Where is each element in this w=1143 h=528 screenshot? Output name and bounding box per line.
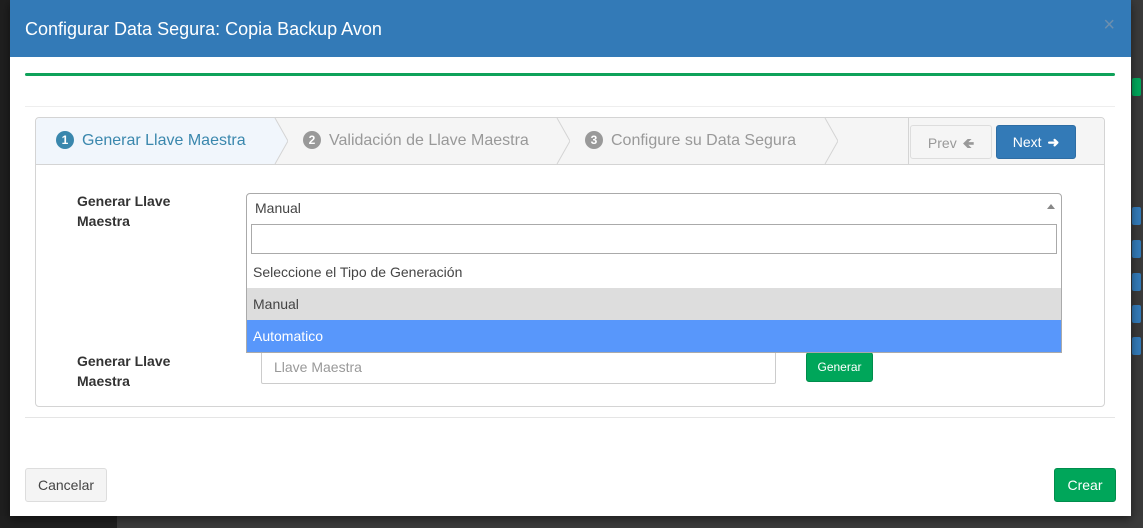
divider [908, 118, 909, 164]
step-number-badge: 2 [303, 131, 321, 149]
modal-title: Configurar Data Segura: Copia Backup Avo… [25, 19, 382, 39]
background-page-bottom [0, 516, 1143, 528]
background-page-bottom-left [0, 516, 117, 528]
step-chevron [824, 118, 838, 164]
master-key-label: Generar Llave Maestra [77, 353, 171, 389]
step-label: Configure su Data Segura [611, 132, 796, 149]
cancel-button[interactable]: Cancelar [25, 468, 107, 502]
arrow-right-icon: ➜ [1047, 134, 1060, 150]
background-page-right [1131, 0, 1143, 528]
background-chip [1132, 207, 1141, 225]
wizard-step-2[interactable]: 2 Validación de Llave Maestra [274, 118, 556, 164]
arrow-left-icon: 🡸 [962, 135, 975, 151]
generation-type-label: Generar Llave Maestra [77, 193, 171, 229]
create-button[interactable]: Crear [1054, 468, 1116, 502]
divider [25, 417, 1115, 418]
background-chip [1132, 273, 1141, 291]
step-label: Validación de Llave Maestra [329, 132, 529, 149]
configure-modal: Configurar Data Segura: Copia Backup Avo… [10, 0, 1131, 516]
wizard-step-1[interactable]: 1 Generar Llave Maestra [36, 118, 274, 164]
generate-button[interactable]: Generar [806, 352, 873, 382]
modal-footer: Cancelar Crear [10, 452, 1131, 516]
wizard-steps: 1 Generar Llave Maestra 2 Validación de Ll… [36, 118, 1104, 165]
caret-up-icon[interactable] [1047, 204, 1055, 209]
progress-bar [25, 73, 1115, 76]
prev-button[interactable]: Prev 🡸 [910, 125, 992, 159]
divider [25, 106, 1115, 107]
dropdown-option-selected[interactable]: Manual [247, 288, 1061, 320]
background-page-left [0, 0, 10, 528]
dropdown-search-input[interactable] [251, 224, 1057, 254]
step-chevron [274, 118, 288, 164]
step-label: Generar Llave Maestra [82, 132, 246, 149]
wizard-step-3[interactable]: 3 Configure su Data Segura [556, 118, 838, 164]
step-number-badge: 1 [56, 131, 74, 149]
prev-label: Prev [927, 135, 957, 151]
generation-type-dropdown: Seleccione el Tipo de Generación Manual … [246, 220, 1062, 353]
modal-header: Configurar Data Segura: Copia Backup Avo… [10, 0, 1131, 57]
step-number-badge: 3 [585, 131, 603, 149]
background-chip [1132, 240, 1141, 258]
step-chevron [556, 118, 570, 164]
dropdown-option[interactable]: Seleccione el Tipo de Generación [247, 256, 1061, 288]
background-chip [1132, 305, 1141, 323]
next-label: Next [1012, 134, 1042, 150]
next-button[interactable]: Next ➜ [996, 125, 1076, 159]
master-key-input[interactable]: Llave Maestra [261, 350, 776, 384]
select-value: Manual [255, 200, 301, 216]
background-chip [1132, 78, 1141, 96]
close-icon[interactable]: × [1103, 15, 1115, 35]
dropdown-option-highlighted[interactable]: Automatico [247, 320, 1061, 352]
generation-type-select[interactable]: Manual [246, 193, 1062, 221]
background-chip [1132, 337, 1141, 355]
